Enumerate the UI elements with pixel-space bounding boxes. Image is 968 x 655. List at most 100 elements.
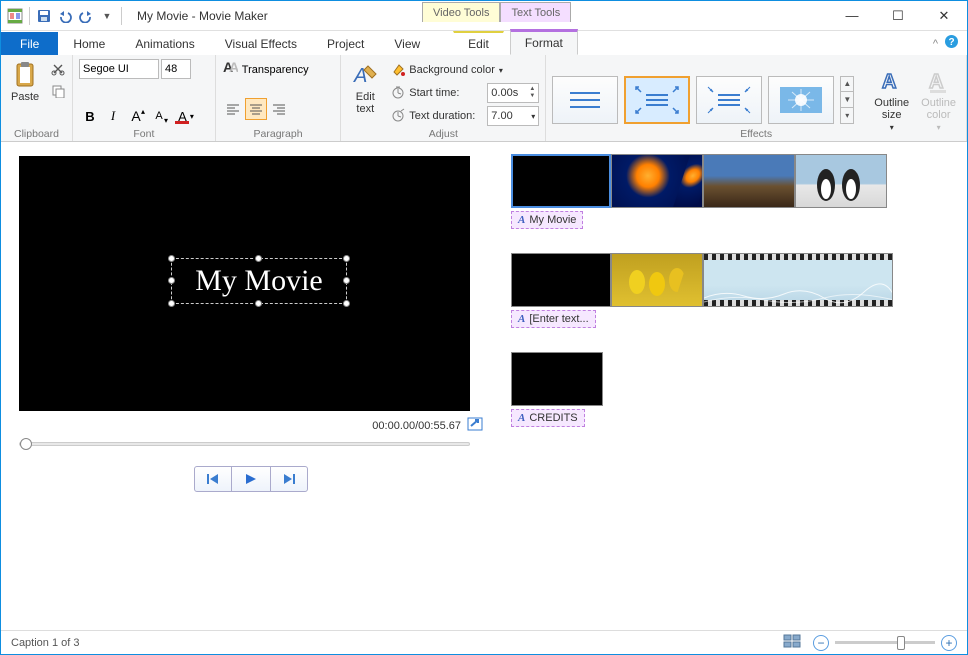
view-thumbnails-icon[interactable] [783, 634, 801, 651]
qat-dropdown-icon[interactable]: ▼ [97, 6, 117, 26]
italic-button[interactable]: I [102, 105, 124, 127]
caption-tag-1[interactable]: AMy Movie [511, 211, 583, 229]
duration-label: Text duration: [409, 110, 483, 122]
clip-penguins[interactable] [795, 154, 887, 208]
caption-tag-2[interactable]: A[Enter text... [511, 310, 596, 328]
cut-icon[interactable] [47, 59, 69, 79]
group-label-adjust: Adjust [341, 128, 545, 140]
edit-text-button[interactable]: A Edit text [347, 59, 383, 117]
clip-mountain[interactable] [703, 154, 795, 208]
bg-color-button[interactable]: Background color [409, 64, 495, 76]
paste-label: Paste [11, 91, 39, 103]
clip-row-3: ACREDITS [511, 352, 957, 427]
svg-text:A: A [882, 71, 896, 93]
group-label-font: Font [73, 128, 215, 140]
effect-thumb-1[interactable] [552, 76, 618, 124]
caption-tag-3[interactable]: ACREDITS [511, 409, 585, 427]
svg-text:A: A [229, 59, 238, 75]
app-icon [5, 6, 25, 26]
maximize-button[interactable]: ☐ [875, 2, 921, 30]
status-caption-count: Caption 1 of 3 [11, 637, 80, 649]
minimize-button[interactable]: — [829, 2, 875, 30]
save-icon[interactable] [34, 6, 54, 26]
title-bar: ▼ My Movie - Movie Maker Video Tools Tex… [1, 1, 967, 31]
zoom-out-button[interactable]: − [813, 635, 829, 651]
effect-thumb-3[interactable] [696, 76, 762, 124]
group-label-clipboard: Clipboard [1, 128, 72, 140]
clip-row-1: AMy Movie [511, 154, 957, 229]
zoom-control: − + [813, 635, 957, 651]
clip-tulips[interactable] [611, 253, 703, 307]
copy-icon[interactable] [47, 81, 69, 101]
tab-home[interactable]: Home [58, 32, 120, 55]
clip-title-black[interactable] [511, 154, 611, 208]
timeline-pane: AMy Movie A[Enter text... ACREDI [501, 142, 967, 632]
group-label-effects: Effects [546, 128, 966, 140]
title-text: My Movie [195, 264, 323, 298]
preview-pane: My Movie 00:00.00/00:55.67 [1, 142, 501, 632]
context-tab-video-tools[interactable]: Video Tools [422, 2, 500, 22]
font-color-button[interactable]: A▾ [171, 105, 201, 127]
font-grow-button[interactable]: A▴ [125, 105, 147, 127]
font-size-input[interactable] [161, 59, 191, 79]
effect-thumb-2[interactable] [624, 76, 690, 124]
tab-project[interactable]: Project [312, 32, 379, 55]
content-area: My Movie 00:00.00/00:55.67 [1, 142, 967, 632]
quick-access-toolbar: ▼ [1, 6, 129, 26]
prev-frame-button[interactable] [194, 466, 232, 492]
preview-video[interactable]: My Movie [19, 156, 470, 411]
next-frame-button[interactable] [270, 466, 308, 492]
tab-edit[interactable]: Edit [453, 31, 504, 55]
align-right-button[interactable] [268, 98, 290, 120]
close-button[interactable]: ✕ [921, 2, 967, 30]
clip-wildlife-video[interactable] [703, 253, 893, 307]
undo-icon[interactable] [55, 6, 75, 26]
tab-format[interactable]: Format [510, 29, 578, 55]
effects-gallery[interactable]: ▲▼▾ [552, 76, 854, 124]
start-time-input[interactable]: 0.00s▲▼ [487, 83, 539, 103]
clip-credits-black[interactable] [511, 352, 603, 406]
ribbon-collapse-icon[interactable]: ^ [933, 38, 938, 50]
clip-jellyfish[interactable] [611, 154, 703, 208]
clip-row-2: A[Enter text... [511, 253, 957, 328]
start-time-icon [391, 85, 405, 102]
clip-black-2[interactable] [511, 253, 611, 307]
bg-color-icon [391, 62, 405, 79]
redo-icon[interactable] [76, 6, 96, 26]
outline-size-icon: A [878, 67, 906, 95]
align-center-button[interactable] [245, 98, 267, 120]
outline-size-button[interactable]: A Outline size▾ [870, 65, 913, 134]
font-shrink-button[interactable]: A▾ [148, 105, 170, 127]
svg-text:?: ? [948, 37, 954, 48]
gallery-scroll[interactable]: ▲▼▾ [840, 76, 854, 124]
status-bar: Caption 1 of 3 − + [1, 630, 967, 654]
ribbon-tabs: File Home Animations Visual Effects Proj… [1, 31, 967, 55]
zoom-slider[interactable] [835, 641, 935, 644]
bold-button[interactable]: B [79, 105, 101, 127]
tab-file[interactable]: File [1, 32, 58, 55]
group-label-paragraph: Paragraph [216, 128, 340, 140]
fullscreen-icon[interactable] [467, 417, 483, 434]
context-tab-text-tools[interactable]: Text Tools [500, 2, 571, 22]
play-button[interactable] [232, 466, 270, 492]
start-time-label: Start time: [409, 87, 483, 99]
duration-icon [391, 108, 405, 125]
seek-bar[interactable] [19, 442, 470, 446]
title-textbox[interactable]: My Movie [171, 258, 347, 304]
outline-color-button: A Outline color▾ [917, 65, 960, 134]
tab-view[interactable]: View [379, 32, 435, 55]
tab-animations[interactable]: Animations [120, 32, 209, 55]
effect-thumb-4[interactable] [768, 76, 834, 124]
window-title: My Movie - Movie Maker [137, 9, 268, 23]
align-left-button[interactable] [222, 98, 244, 120]
transparency-icon: AA [222, 59, 238, 80]
ribbon-panel: Paste Clipboard B I A▴ A▾ A▾ Font [1, 54, 967, 142]
tab-visual-effects[interactable]: Visual Effects [210, 32, 312, 55]
transparency-button[interactable]: Transparency [242, 64, 309, 76]
zoom-in-button[interactable]: + [941, 635, 957, 651]
font-name-input[interactable] [79, 59, 159, 79]
clipboard-icon [11, 61, 39, 89]
paste-button[interactable]: Paste [7, 59, 43, 105]
duration-input[interactable]: 7.00▾ [487, 106, 539, 126]
help-icon[interactable]: ? [944, 34, 959, 54]
